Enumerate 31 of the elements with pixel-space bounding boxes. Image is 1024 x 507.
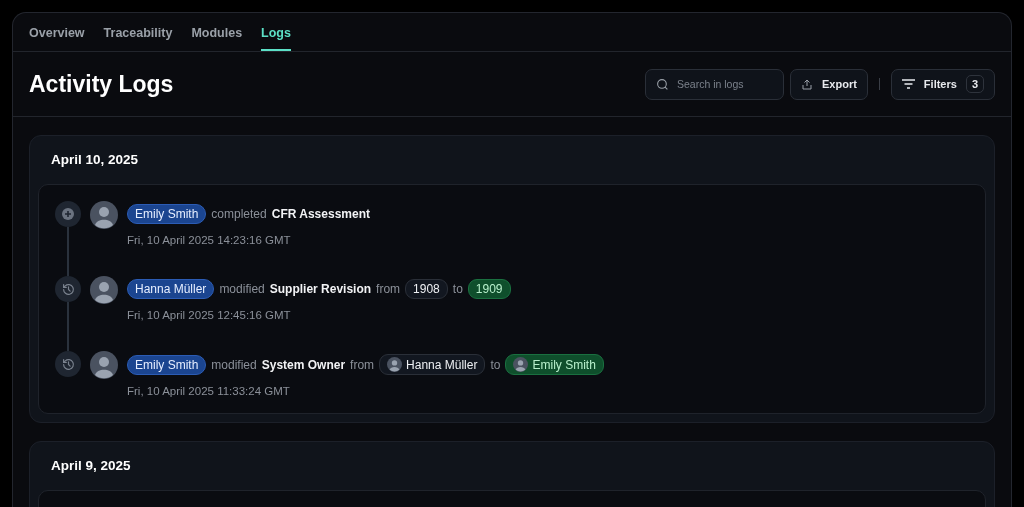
filter-count: 3: [965, 75, 984, 93]
user-chip: Emily Smith: [505, 354, 604, 375]
user-chip: Hanna Müller: [379, 354, 486, 375]
from-text: from: [350, 357, 375, 372]
day-date: April 10, 2025: [50, 151, 140, 169]
value-chip: 1909: [467, 279, 511, 299]
timestamp: Fri, 10 April 2025 12:45:16 GMT: [127, 309, 292, 321]
to-text: to: [452, 282, 463, 296]
day-date: April 9, 2025: [50, 457, 132, 475]
action-text: modified: [219, 282, 265, 296]
user-chip: Emily Smith: [127, 354, 207, 375]
from-text: from: [376, 282, 401, 296]
to-text: to: [490, 357, 501, 372]
export-button[interactable]: Export: [790, 68, 868, 100]
tab[interactable]: Logs: [261, 13, 291, 51]
page-title: Activity Logs: [29, 70, 175, 98]
field-name: Supplier Revision: [269, 282, 372, 296]
action-text: completed: [211, 207, 267, 221]
user-chip: Emily Smith: [127, 204, 207, 224]
tab[interactable]: Modules: [191, 13, 243, 51]
tab[interactable]: Overview: [29, 13, 85, 51]
timestamp: Fri, 10 April 2025 11:33:24 GMT: [127, 385, 291, 397]
search-field[interactable]: Search in logs: [645, 68, 784, 100]
filters-button[interactable]: Filters 3: [890, 68, 995, 100]
field-name: CFR Assessment: [271, 207, 370, 221]
field-name: System Owner: [261, 357, 346, 372]
tab[interactable]: Traceability: [103, 13, 173, 51]
timestamp: Fri, 10 April 2025 14:23:16 GMT: [127, 234, 292, 246]
user-chip: Hanna Müller: [127, 279, 215, 299]
value-chip: 1908: [405, 279, 448, 299]
action-text: modified: [211, 357, 257, 372]
